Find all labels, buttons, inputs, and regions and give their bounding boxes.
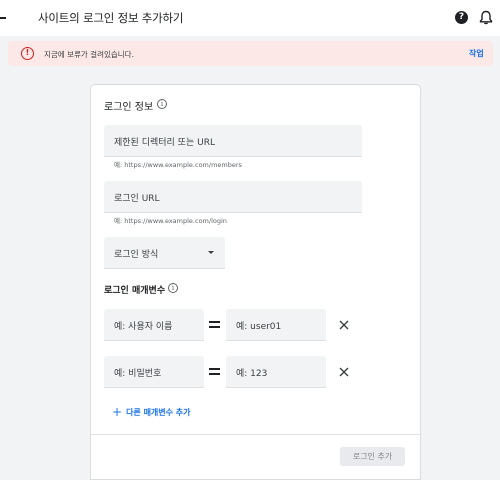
login-method-select[interactable]: 로그인 방식 [104,237,225,269]
param-value-placeholder: 예: 123 [236,369,268,379]
param-value-field[interactable]: 예: user01 [226,309,326,341]
login-info-title: 로그인 정보 [104,102,154,113]
error-icon: ! [21,47,34,60]
login-url-hint: 예: https://www.example.com/login [114,217,227,225]
param-name-placeholder: 예: 사용자 이름 [114,322,173,332]
add-param-label: 다른 매개변수 추가 [126,408,191,417]
login-url-placeholder: 로그인 URL [114,194,160,204]
restricted-url-field[interactable]: 제한된 디렉터리 또는 URL [104,125,362,157]
alert-message: 지금에 보류가 걸려있습니다. [44,50,134,59]
pending-alert: ! 지금에 보류가 걸려있습니다. 작업 [8,41,493,66]
info-icon[interactable]: i [168,283,178,293]
restricted-url-hint: 예: https://www.example.com/members [114,161,242,169]
back-icon[interactable] [0,17,6,19]
param-name-placeholder: 예: 비밀번호 [114,369,162,379]
param-name-field[interactable]: 예: 사용자 이름 [104,309,204,341]
add-param-button[interactable]: + 다른 매개변수 추가 [112,405,191,419]
help-icon[interactable]: ? [455,11,468,24]
page-title: 사이트의 로그인 정보 추가하기 [38,11,184,25]
divider [91,434,420,435]
restricted-url-placeholder: 제한된 디렉터리 또는 URL [114,138,215,148]
alert-action-button[interactable]: 작업 [469,48,484,59]
params-title: 로그인 매개변수 [104,286,166,296]
login-url-field[interactable]: 로그인 URL [104,181,362,213]
plus-icon: + [112,405,123,419]
close-icon[interactable] [338,319,350,331]
param-name-field[interactable]: 예: 비밀번호 [104,356,204,388]
equals-icon [209,321,220,328]
info-icon[interactable]: i [157,99,167,109]
param-value-placeholder: 예: user01 [236,322,282,332]
equals-icon [209,368,220,375]
top-bar: 사이트의 로그인 정보 추가하기 ? [0,0,500,36]
login-method-label: 로그인 방식 [114,250,159,260]
bell-icon[interactable] [479,10,493,25]
param-value-field[interactable]: 예: 123 [226,356,326,388]
dropdown-arrow-icon [208,251,214,254]
close-icon[interactable] [338,366,350,378]
add-login-button[interactable]: 로그인 추가 [340,447,405,466]
